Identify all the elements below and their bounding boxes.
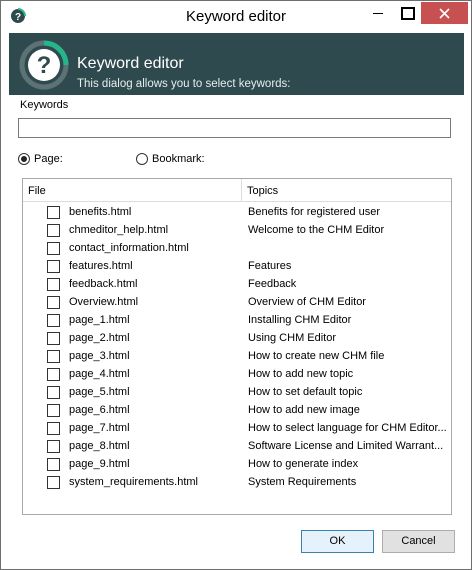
topic-title: Welcome to the CHM Editor — [248, 224, 385, 236]
topic-title: How to create new CHM file — [248, 350, 385, 362]
file-name: contact_information.html — [69, 242, 189, 254]
column-header-topics[interactable]: Topics — [247, 185, 278, 197]
list-header: File Topics — [23, 179, 451, 202]
topic-title: Overview of CHM Editor — [248, 296, 366, 308]
topic-title: Installing CHM Editor — [248, 314, 352, 326]
list-item[interactable]: page_3.html How to create new CHM file — [23, 348, 451, 366]
minimize-button[interactable] — [364, 2, 392, 24]
file-name: page_7.html — [69, 422, 130, 434]
topic-title: How to add new topic — [248, 368, 354, 380]
row-checkbox[interactable] — [47, 224, 60, 237]
keywords-input[interactable] — [18, 118, 451, 138]
topic-title: Software License and Limited Warrant... — [248, 440, 444, 452]
dialog-header: ? Keyword editor This dialog allows you … — [9, 33, 464, 95]
row-checkbox[interactable] — [47, 440, 60, 453]
list-item[interactable]: features.html Features — [23, 258, 451, 276]
topic-title: System Requirements — [248, 476, 357, 488]
row-checkbox[interactable] — [47, 332, 60, 345]
row-checkbox[interactable] — [47, 458, 60, 471]
row-checkbox[interactable] — [47, 206, 60, 219]
cancel-button[interactable]: Cancel — [382, 530, 455, 553]
list-item[interactable]: contact_information.html — [23, 240, 451, 258]
file-name: Overview.html — [69, 296, 139, 308]
list-item[interactable]: page_1.html Installing CHM Editor — [23, 312, 451, 330]
topic-title: How to select language for CHM Editor... — [248, 422, 447, 434]
file-list[interactable]: File Topics benefits.html Benefits for re… — [22, 178, 452, 515]
file-name: page_6.html — [69, 404, 130, 416]
file-name: chmeditor_help.html — [69, 224, 169, 236]
row-checkbox[interactable] — [47, 242, 60, 255]
row-checkbox[interactable] — [47, 386, 60, 399]
list-item[interactable]: page_4.html How to add new topic — [23, 366, 451, 384]
close-icon — [439, 8, 450, 19]
list-item[interactable]: feedback.html Feedback — [23, 276, 451, 294]
column-separator[interactable] — [241, 179, 242, 202]
file-name: page_4.html — [69, 368, 130, 380]
row-checkbox[interactable] — [47, 368, 60, 381]
list-item[interactable]: Overview.html Overview of CHM Editor — [23, 294, 451, 312]
row-checkbox[interactable] — [47, 404, 60, 417]
file-name: page_5.html — [69, 386, 130, 398]
file-name: page_8.html — [69, 440, 130, 452]
bookmark-radio[interactable]: Bookmark: — [136, 153, 205, 165]
list-item[interactable]: benefits.html Benefits for registered use… — [23, 204, 451, 222]
page-radio-indicator[interactable] — [18, 153, 30, 165]
row-checkbox[interactable] — [47, 350, 60, 363]
file-name: feedback.html — [69, 278, 138, 290]
row-checkbox[interactable] — [47, 278, 60, 291]
bookmark-radio-indicator[interactable] — [136, 153, 148, 165]
topic-title: How to add new image — [248, 404, 360, 416]
topic-title: Benefits for registered user — [248, 206, 381, 218]
close-button[interactable] — [421, 2, 468, 24]
list-item[interactable]: page_9.html How to generate index — [23, 456, 451, 474]
keywords-label: Keywords — [20, 99, 69, 111]
row-checkbox[interactable] — [47, 476, 60, 489]
list-item[interactable]: chmeditor_help.html Welcome to the CHM Ed… — [23, 222, 451, 240]
file-name: system_requirements.html — [69, 476, 198, 488]
topic-title: Features — [248, 260, 292, 272]
header-subtitle: This dialog allows you to select keyword… — [77, 78, 291, 90]
keyword-editor-window: ? Keyword editor ? Keyword editor This d… — [0, 0, 472, 570]
list-item[interactable]: system_requirements.html System Requireme… — [23, 474, 451, 492]
list-item[interactable]: page_8.html Software License and Limited … — [23, 438, 451, 456]
file-name: page_2.html — [69, 332, 130, 344]
svg-text:?: ? — [37, 52, 52, 79]
help-question-logo-icon: ? — [19, 40, 69, 90]
topic-title: How to generate index — [248, 458, 359, 470]
file-name: page_9.html — [69, 458, 130, 470]
header-title: Keyword editor — [77, 55, 184, 72]
row-checkbox[interactable] — [47, 296, 60, 309]
list-item[interactable]: page_7.html How to select language for CH… — [23, 420, 451, 438]
file-name: features.html — [69, 260, 133, 272]
page-radio[interactable]: Page: — [18, 153, 63, 165]
ok-button[interactable]: OK — [301, 530, 374, 553]
column-header-file[interactable]: File — [28, 185, 46, 197]
topic-title: How to set default topic — [248, 386, 363, 398]
file-name: page_1.html — [69, 314, 130, 326]
maximize-button[interactable] — [393, 2, 421, 24]
file-name: benefits.html — [69, 206, 132, 218]
list-item[interactable]: page_6.html How to add new image — [23, 402, 451, 420]
topic-title: Using CHM Editor — [248, 332, 337, 344]
page-radio-label: Page: — [34, 153, 63, 165]
list-item[interactable]: page_5.html How to set default topic — [23, 384, 451, 402]
bookmark-radio-label: Bookmark: — [152, 153, 205, 165]
row-checkbox[interactable] — [47, 422, 60, 435]
row-checkbox[interactable] — [47, 314, 60, 327]
list-item[interactable]: page_2.html Using CHM Editor — [23, 330, 451, 348]
file-name: page_3.html — [69, 350, 130, 362]
title-bar: ? Keyword editor — [1, 1, 471, 32]
topic-title: Feedback — [248, 278, 297, 290]
row-checkbox[interactable] — [47, 260, 60, 273]
